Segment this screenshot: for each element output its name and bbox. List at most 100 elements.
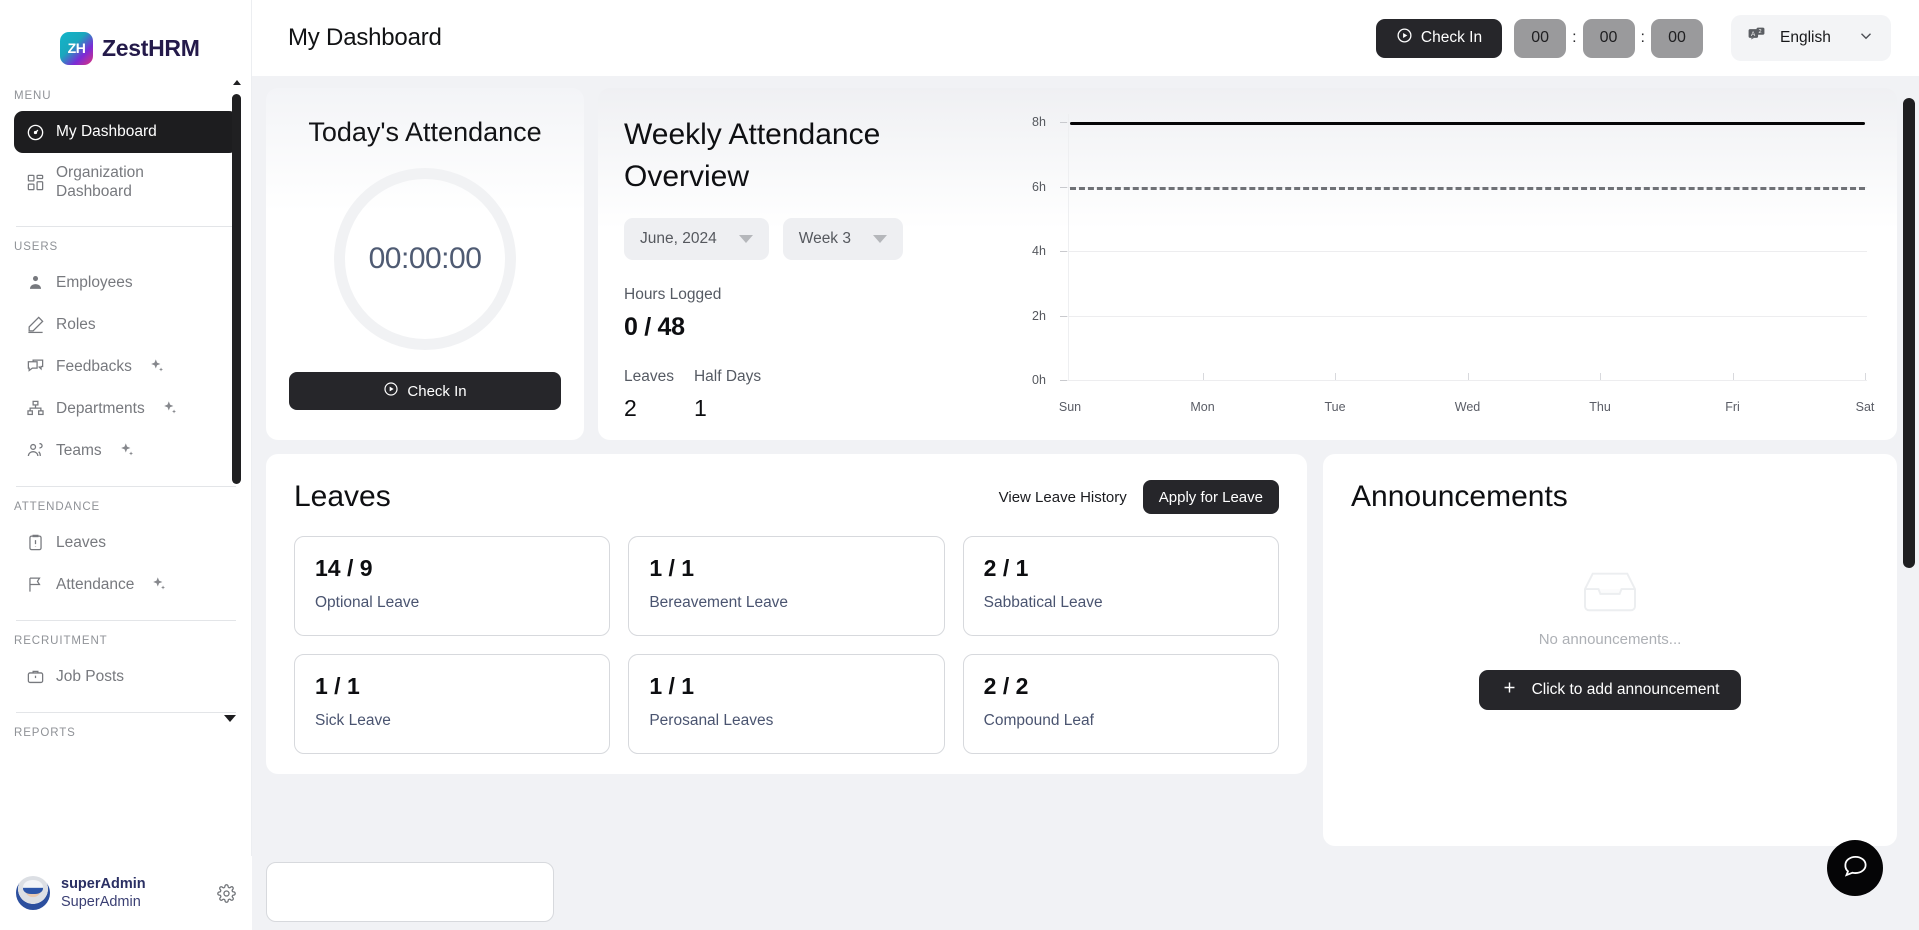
- dashboard-content: Today's Attendance 00:00:00 Check In: [252, 76, 1919, 930]
- svg-text:2: 2: [1758, 29, 1761, 35]
- sidebar-item-roles[interactable]: Roles: [14, 304, 238, 346]
- sidebar-section-menu-label: MENU: [0, 76, 252, 111]
- sidebar-scrollbar[interactable]: [232, 80, 241, 850]
- half-days-stat-label: Half Days: [694, 368, 761, 386]
- play-circle-icon: [1396, 27, 1413, 49]
- leaves-card: Leaves View Leave History Apply for Leav…: [266, 454, 1307, 774]
- leave-tile-name: Sabbatical Leave: [984, 594, 1258, 612]
- month-select[interactable]: June, 2024: [624, 218, 769, 260]
- chart-x-label: Fri: [1725, 400, 1740, 414]
- card-check-in-button[interactable]: Check In: [289, 372, 561, 410]
- apply-for-leave-button[interactable]: Apply for Leave: [1143, 480, 1279, 514]
- sidebar-item-label: Roles: [56, 315, 96, 334]
- chat-bubble-icon: [1842, 852, 1869, 884]
- brand-name: ZestHRM: [102, 35, 200, 62]
- chart-y-tick: [1060, 251, 1067, 252]
- leave-tile[interactable]: 2 / 1Sabbatical Leave: [963, 536, 1279, 636]
- timer-seconds: 00: [1651, 19, 1703, 58]
- weekly-filters: June, 2024 Week 3: [624, 218, 1024, 260]
- half-days-stat: Half Days 1: [694, 368, 761, 422]
- plus-icon: [1501, 679, 1518, 701]
- sidebar-scrollbar-thumb[interactable]: [232, 94, 241, 484]
- weekly-attendance-summary: Weekly Attendance Overview June, 2024 We…: [624, 114, 1024, 422]
- sidebar-item-label: Organization Dashboard: [56, 163, 176, 202]
- flag-icon: [26, 575, 45, 594]
- main-scrollbar[interactable]: [1903, 76, 1915, 930]
- main-area: My Dashboard Check In 00 : 00 : 00: [252, 0, 1919, 930]
- timer-minutes: 00: [1583, 19, 1635, 58]
- leave-tile[interactable]: 14 / 9Optional Leave: [294, 536, 610, 636]
- sidebar-item-leaves[interactable]: Leaves: [14, 522, 238, 564]
- chart-x-tick: [1600, 373, 1601, 380]
- language-selector[interactable]: A2 English: [1731, 15, 1891, 61]
- sidebar-item-my-dashboard[interactable]: My Dashboard: [14, 111, 238, 153]
- chart-x-tick: [1203, 373, 1204, 380]
- announcements-empty-state: No announcements... Click to add announc…: [1351, 566, 1869, 710]
- leave-tile-count: 1 / 1: [649, 555, 923, 582]
- chat-bubble-button[interactable]: [1827, 840, 1883, 896]
- week-select[interactable]: Week 3: [783, 218, 903, 260]
- todays-attendance-title: Today's Attendance: [308, 114, 541, 150]
- sidebar-item-teams[interactable]: Teams: [14, 430, 238, 472]
- sidebar-item-job-posts[interactable]: Job Posts: [14, 656, 238, 698]
- chart-gridline: [1066, 316, 1867, 317]
- sidebar-item-attendance[interactable]: Attendance: [14, 564, 238, 606]
- leave-tile-count: 2 / 2: [984, 673, 1258, 700]
- leave-tile-name: Optional Leave: [315, 594, 589, 612]
- leaves-stat-label: Leaves: [624, 368, 674, 386]
- hours-logged-label: Hours Logged: [624, 286, 1024, 304]
- chart-y-label: 6h: [1032, 180, 1046, 194]
- avatar: [16, 876, 50, 910]
- chart-y-label: 2h: [1032, 309, 1046, 323]
- scroll-up-arrow-icon[interactable]: [233, 80, 241, 85]
- add-announcement-button[interactable]: Click to add announcement: [1479, 670, 1742, 710]
- sidebar-item-label: My Dashboard: [56, 122, 157, 141]
- leave-tile[interactable]: 1 / 1 Sick Leave: [294, 654, 610, 754]
- users-icon: [26, 441, 45, 460]
- dashboard-row-top: Today's Attendance 00:00:00 Check In: [266, 88, 1897, 440]
- sidebar-item-label: Attendance: [56, 575, 134, 594]
- gear-icon[interactable]: [217, 884, 236, 903]
- attendance-timer: 00 : 00 : 00: [1514, 19, 1703, 58]
- inbox-icon: [1579, 566, 1641, 621]
- announcements-title: Announcements: [1351, 480, 1869, 514]
- sidebar-item-label: Feedbacks: [56, 357, 132, 376]
- sidebar-profile[interactable]: superAdmin SuperAdmin: [0, 856, 252, 930]
- main-scrollbar-thumb[interactable]: [1903, 98, 1915, 568]
- sidebar-section-users-label: USERS: [0, 227, 252, 262]
- leave-tile[interactable]: 1 / 1Perosanal Leaves: [628, 654, 944, 754]
- timer-hours: 00: [1514, 19, 1566, 58]
- leave-tile-name: Bereavement Leave: [649, 594, 923, 612]
- chart-gridline: [1066, 380, 1867, 381]
- chevron-down-icon: [873, 235, 887, 243]
- chart-series-line: [1070, 187, 1865, 190]
- sidebar-item-label: Leaves: [56, 533, 106, 552]
- gauge-icon: [26, 123, 45, 142]
- brand[interactable]: ZH ZestHRM: [0, 0, 251, 76]
- profile-text: superAdmin SuperAdmin: [61, 875, 206, 911]
- sidebar-item-departments[interactable]: Departments: [14, 388, 238, 430]
- sidebar-item-organization-dashboard[interactable]: Organization Dashboard: [14, 153, 238, 212]
- logo-text: ZH: [68, 40, 86, 56]
- leave-tile[interactable]: 2 / 2Compound Leaf: [963, 654, 1279, 754]
- leave-tile-count: 1 / 1: [315, 673, 589, 700]
- chart-y-tick: [1060, 187, 1067, 188]
- chart-x-label: Wed: [1455, 400, 1480, 414]
- leaves-title: Leaves: [294, 480, 391, 514]
- sidebar-section-recruitment-label: RECRUITMENT: [0, 621, 252, 656]
- leaves-actions: View Leave History Apply for Leave: [999, 480, 1279, 514]
- view-leave-history-link[interactable]: View Leave History: [999, 489, 1127, 506]
- grid-icon: [26, 173, 45, 192]
- pencil-icon: [26, 315, 45, 334]
- check-in-button[interactable]: Check In: [1376, 19, 1502, 58]
- chart-y-tick: [1060, 122, 1067, 123]
- sidebar-item-feedbacks[interactable]: Feedbacks: [14, 346, 238, 388]
- page-title: My Dashboard: [288, 24, 442, 52]
- sidebar-item-employees[interactable]: Employees: [14, 262, 238, 304]
- leave-tile-name: Sick Leave: [315, 712, 589, 730]
- announcements-card: Announcements No announcements... Click …: [1323, 454, 1897, 846]
- chart-y-axis: [1068, 114, 1069, 380]
- sidebar-item-label: Departments: [56, 399, 145, 418]
- leave-tile[interactable]: 1 / 1 Bereavement Leave: [628, 536, 944, 636]
- month-select-value: June, 2024: [640, 230, 717, 248]
